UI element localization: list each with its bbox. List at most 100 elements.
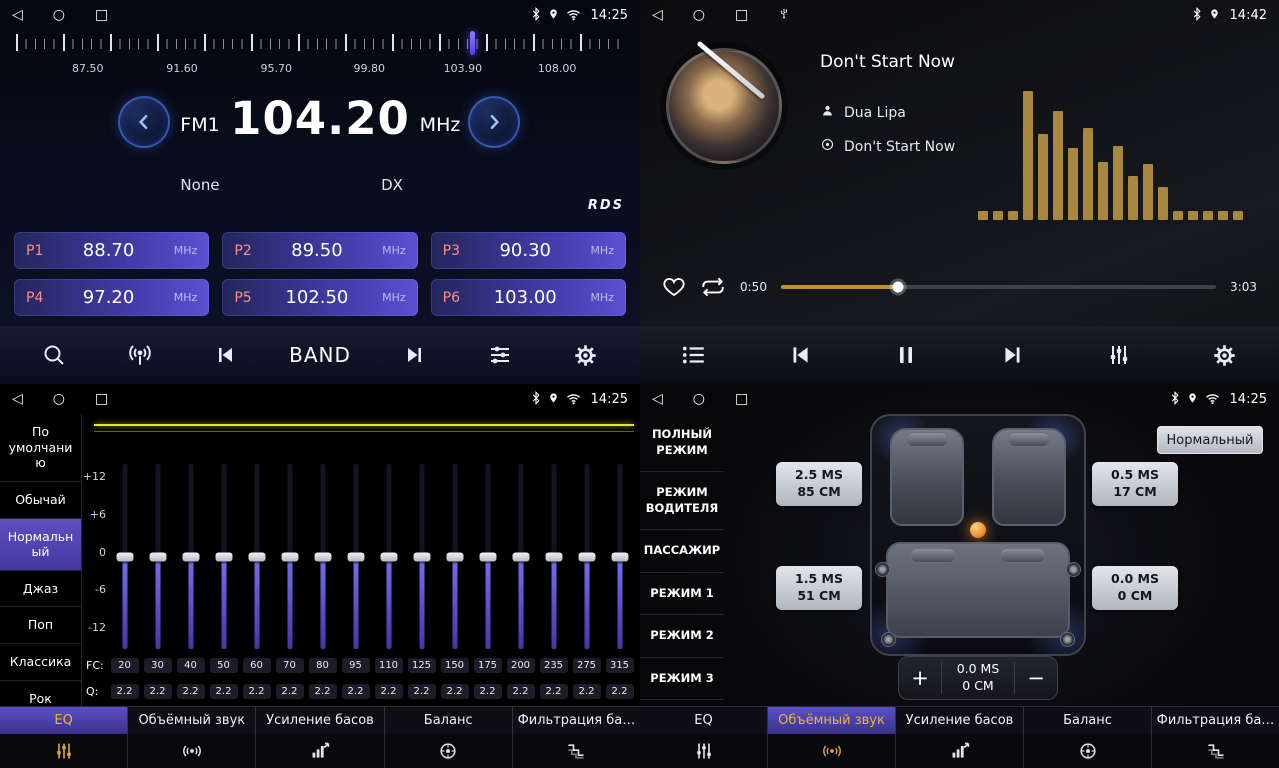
eq-slider-handle[interactable] — [413, 552, 430, 561]
eq-band-slider[interactable] — [372, 464, 405, 649]
nav-back-icon[interactable]: ◁ — [12, 392, 23, 406]
eq-band-slider[interactable] — [471, 464, 504, 649]
eq-preset-jazz[interactable]: Джаз — [0, 571, 81, 608]
filter-tab-icon[interactable] — [513, 734, 640, 768]
tab-bass-boost[interactable]: Усиление басов — [896, 707, 1024, 734]
tune-down-button[interactable] — [118, 96, 170, 148]
tab-surround[interactable]: Объёмный звук — [768, 707, 896, 734]
tab-balance[interactable]: Баланс — [385, 707, 513, 734]
nav-recents-icon[interactable]: □ — [735, 392, 748, 406]
band-button[interactable]: BAND — [289, 343, 351, 367]
tune-up-button[interactable] — [468, 96, 520, 148]
eq-slider-handle[interactable] — [347, 552, 364, 561]
mode-full[interactable]: ПОЛНЫЙ РЕЖИМ — [640, 414, 724, 472]
eq-tab-icon[interactable] — [0, 734, 128, 768]
eq-band-slider[interactable] — [108, 464, 141, 649]
eq-slider-handle[interactable] — [149, 552, 166, 561]
frequency-ruler[interactable] — [16, 34, 624, 58]
preset-button-p6[interactable]: P6 103.00 MHz — [431, 279, 626, 316]
eq-band-slider[interactable] — [537, 464, 570, 649]
tab-filter[interactable]: Фильтрация ба… — [513, 707, 640, 734]
eq-preset-rock[interactable]: Рок — [0, 681, 81, 706]
nav-home-icon[interactable]: ○ — [693, 8, 705, 22]
tab-eq[interactable]: EQ — [0, 707, 128, 734]
eq-band-slider[interactable] — [603, 464, 636, 649]
eq-band-slider[interactable] — [405, 464, 438, 649]
eq-slider-handle[interactable] — [182, 552, 199, 561]
nav-home-icon[interactable]: ○ — [693, 392, 705, 406]
eq-slider-handle[interactable] — [512, 552, 529, 561]
tab-surround[interactable]: Объёмный звук — [128, 707, 256, 734]
nav-back-icon[interactable]: ◁ — [652, 392, 663, 406]
eq-preset-classic[interactable]: Классика — [0, 644, 81, 681]
bass-boost-tab-icon[interactable] — [896, 734, 1024, 768]
pause-icon[interactable] — [884, 333, 928, 377]
mode-1[interactable]: РЕЖИМ 1 — [640, 573, 724, 616]
rear-left-delay-badge[interactable]: 1.5 MS 51 CM — [776, 566, 862, 610]
favorite-heart-icon[interactable] — [662, 275, 686, 299]
surround-tab-icon[interactable] — [128, 734, 256, 768]
balance-tab-icon[interactable] — [1024, 734, 1152, 768]
eq-slider-handle[interactable] — [380, 552, 397, 561]
eq-band-slider[interactable] — [141, 464, 174, 649]
surround-tab-icon[interactable] — [768, 734, 896, 768]
eq-slider-handle[interactable] — [578, 552, 595, 561]
eq-band-slider[interactable] — [207, 464, 240, 649]
eq-slider-handle[interactable] — [446, 552, 463, 561]
eq-slider-handle[interactable] — [116, 552, 133, 561]
eq-slider-handle[interactable] — [611, 552, 628, 561]
progress-slider[interactable] — [781, 285, 1216, 289]
mode-2[interactable]: РЕЖИМ 2 — [640, 615, 724, 658]
scan-search-icon[interactable] — [32, 333, 76, 377]
eq-band-slider[interactable] — [570, 464, 603, 649]
front-left-delay-badge[interactable]: 2.5 MS 85 CM — [776, 462, 862, 506]
nav-recents-icon[interactable]: □ — [95, 392, 108, 406]
eq-band-slider[interactable] — [339, 464, 372, 649]
preset-button-p5[interactable]: P5 102.50 MHz — [222, 279, 417, 316]
eq-band-slider[interactable] — [273, 464, 306, 649]
playlist-icon[interactable] — [672, 333, 716, 377]
tab-balance[interactable]: Баланс — [1024, 707, 1152, 734]
mode-passenger[interactable]: ПАССАЖИР — [640, 530, 724, 573]
preset-button-p1[interactable]: P1 88.70 MHz — [14, 232, 209, 269]
preset-button-p4[interactable]: P4 97.20 MHz — [14, 279, 209, 316]
eq-preset-pop[interactable]: Поп — [0, 607, 81, 644]
mode-driver[interactable]: РЕЖИМ ВОДИТЕЛЯ — [640, 472, 724, 530]
eq-band-slider[interactable] — [240, 464, 273, 649]
eq-band-slider[interactable] — [438, 464, 471, 649]
sound-preset-button[interactable]: Нормальный — [1157, 426, 1263, 454]
nav-recents-icon[interactable]: □ — [735, 8, 748, 22]
eq-slider-handle[interactable] — [281, 552, 298, 561]
mode-3[interactable]: РЕЖИМ 3 — [640, 658, 724, 701]
tab-filter[interactable]: Фильтрация ба… — [1152, 707, 1279, 734]
settings-gear-icon[interactable] — [564, 333, 608, 377]
preset-button-p3[interactable]: P3 90.30 MHz — [431, 232, 626, 269]
listening-position-marker[interactable] — [970, 522, 986, 538]
repeat-icon[interactable] — [700, 274, 726, 300]
delay-increase-button[interactable]: + — [899, 657, 941, 699]
eq-band-slider[interactable] — [504, 464, 537, 649]
tab-bass-boost[interactable]: Усиление басов — [256, 707, 384, 734]
tab-eq[interactable]: EQ — [640, 707, 768, 734]
eq-slider-handle[interactable] — [215, 552, 232, 561]
eq-preset-custom[interactable]: Обычай — [0, 482, 81, 519]
balance-tab-icon[interactable] — [385, 734, 513, 768]
front-right-delay-badge[interactable]: 0.5 MS 17 CM — [1092, 462, 1178, 506]
eq-slider-handle[interactable] — [314, 552, 331, 561]
progress-thumb[interactable] — [893, 282, 904, 293]
audio-settings-icon[interactable] — [478, 333, 522, 377]
nav-home-icon[interactable]: ○ — [53, 8, 65, 22]
eq-slider-handle[interactable] — [479, 552, 496, 561]
eq-preset-default[interactable]: По умолчанию — [0, 414, 81, 482]
eq-tab-icon[interactable] — [640, 734, 768, 768]
eq-band-slider[interactable] — [174, 464, 207, 649]
nav-home-icon[interactable]: ○ — [53, 392, 65, 406]
bass-boost-tab-icon[interactable] — [256, 734, 384, 768]
broadcast-icon[interactable] — [118, 333, 162, 377]
eq-preset-normal[interactable]: Нормальный — [0, 519, 81, 571]
delay-decrease-button[interactable]: − — [1015, 657, 1057, 699]
next-station-icon[interactable] — [393, 333, 437, 377]
filter-tab-icon[interactable] — [1152, 734, 1279, 768]
previous-station-icon[interactable] — [203, 333, 247, 377]
rear-right-delay-badge[interactable]: 0.0 MS 0 CM — [1092, 566, 1178, 610]
